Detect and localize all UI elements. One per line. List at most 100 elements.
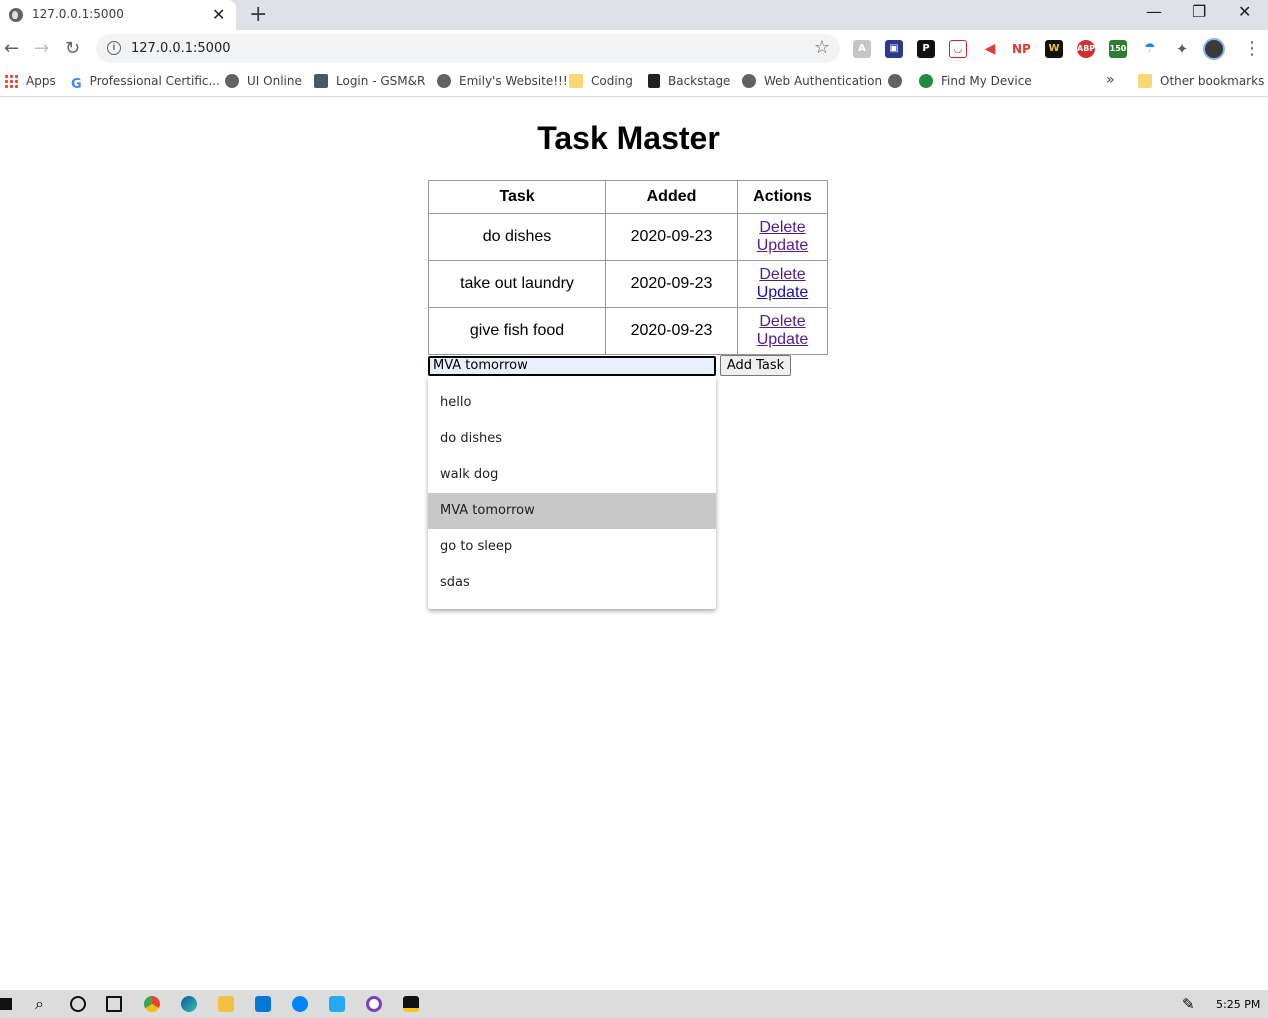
added-cell: 2020-09-23 [605,260,738,308]
address-bar[interactable]: i 127.0.0.1:5000 ☆ [96,34,840,63]
w-extension-icon[interactable]: W [1045,40,1063,58]
task-cell: take out laundry [428,260,606,308]
url-text: 127.0.0.1:5000 [131,41,231,56]
column-header-actions: Actions [737,180,828,214]
bookmark-find-device[interactable]: Find My Device [919,74,1032,88]
reload-icon[interactable]: ↻ [65,38,80,59]
bookmarks-bar: Apps G Professional Certific... UI Online… [0,67,1268,97]
adblock-icon[interactable]: ABP [1077,40,1095,58]
bookmark-apps[interactable]: Apps [4,74,56,88]
globe-icon [437,74,451,88]
cortana-icon[interactable] [70,996,86,1012]
messenger-icon[interactable] [292,996,308,1012]
autocomplete-option-selected[interactable]: MVA tomorrow [428,493,716,529]
browser-tab[interactable]: 127.0.0.1:5000 ✕ [0,0,236,30]
task-cell: give fish food [428,307,606,355]
minimize-icon[interactable]: — [1146,2,1162,21]
delete-link[interactable]: Delete [738,266,827,284]
folder-icon [569,74,583,88]
sticky-notes-icon[interactable] [403,996,419,1012]
globe-icon [225,74,239,88]
chrome-icon[interactable] [144,996,160,1012]
edge-icon[interactable] [181,996,197,1012]
puzzle-extensions-icon[interactable]: ✦ [1173,40,1191,58]
globe-icon [742,74,756,88]
table-row: give fish food 2020-09-23 Delete Update [428,307,828,355]
bookmark-login[interactable]: Login - GSM&R [314,74,425,88]
info-icon[interactable]: i [107,41,121,55]
tab-strip: 127.0.0.1:5000 ✕ + — ❐ ✕ [0,0,1268,30]
autocomplete-dropdown: hello do dishes walk dog MVA tomorrow go… [428,376,716,609]
bookmark-coding[interactable]: Coding [569,74,633,88]
update-link[interactable]: Update [738,284,827,302]
add-task-button[interactable]: Add Task [720,355,791,376]
pen-icon[interactable]: ✎ [1182,996,1198,1012]
bookmark-ui-online[interactable]: UI Online [225,74,302,88]
back-icon[interactable]: ← [4,38,19,59]
bookmark-star-icon[interactable]: ☆ [814,37,830,58]
search-icon[interactable]: ⌕ [35,996,51,1012]
extension-icon[interactable]: ☂ [1141,40,1159,58]
table-row: take out laundry 2020-09-23 Delete Updat… [428,260,828,308]
forward-icon[interactable]: → [34,38,49,59]
restore-icon[interactable]: ❐ [1192,2,1206,21]
autocomplete-option[interactable]: sdas [428,565,716,601]
backstage-icon [648,74,660,88]
megaphone-icon[interactable]: ◀ [981,40,999,58]
bookmarks-overflow-icon[interactable]: » [1106,72,1115,88]
apps-grid-icon [4,74,18,88]
bookmark-other[interactable]: Other bookmarks [1138,74,1264,88]
windows-taskbar: ⌕ ✎ 5:25 PM [0,990,1268,1018]
close-tab-icon[interactable]: ✕ [212,5,225,24]
extension-icon[interactable]: ▣ [885,40,903,58]
profile-avatar[interactable] [1203,38,1225,60]
update-link[interactable]: Update [738,237,827,255]
file-explorer-icon[interactable] [218,996,234,1012]
pocket-icon[interactable]: ◡ [949,40,967,58]
more-menu-icon[interactable]: ⋮ [1243,38,1261,59]
autocomplete-option[interactable]: walk dog [428,457,716,493]
column-header-task: Task [428,180,606,214]
task-input[interactable]: MVA tomorrow [428,356,716,376]
globe-icon [888,74,902,88]
table-header-row: Task Added Actions [428,180,828,214]
autocomplete-option[interactable]: do dishes [428,421,716,457]
site-icon [314,74,328,88]
bookmark-globe[interactable] [888,74,910,88]
browser-toolbar: ← → ↻ i 127.0.0.1:5000 ☆ A ▣ P ◡ ◀ NP W … [0,30,1268,67]
bookmark-professional[interactable]: G Professional Certific... [71,74,220,92]
added-cell: 2020-09-23 [605,213,738,261]
task-cell: do dishes [428,213,606,261]
delete-link[interactable]: Delete [738,313,827,331]
new-tab-button[interactable]: + [249,2,267,27]
app-icon[interactable] [366,996,382,1012]
windows-start-icon[interactable] [0,998,12,1010]
bookmark-web-auth[interactable]: Web Authentication [742,74,882,88]
task-view-icon[interactable] [106,996,122,1012]
page-content: Task Master Task Added Actions do dishes… [0,98,1268,990]
update-link[interactable]: Update [738,331,827,349]
bookmark-backstage[interactable]: Backstage [648,74,730,88]
task-table: Task Added Actions do dishes 2020-09-23 … [428,180,828,355]
globe-icon [9,8,23,22]
tab-title: 127.0.0.1:5000 [32,7,124,21]
autocomplete-option[interactable]: hello [428,385,716,421]
extension-icon[interactable]: A [853,40,871,58]
counter-extension-icon[interactable]: 150 [1109,40,1127,58]
folder-icon [1138,74,1152,88]
autocomplete-option[interactable]: go to sleep [428,529,716,565]
find-device-icon [919,74,933,88]
np-extension-icon[interactable]: NP [1012,40,1031,58]
page-title: Task Master [537,120,720,156]
clock-time[interactable]: 5:25 PM [1216,998,1260,1011]
added-cell: 2020-09-23 [605,307,738,355]
mail-icon[interactable] [255,996,271,1012]
table-row: do dishes 2020-09-23 Delete Update [428,213,828,261]
bookmark-emily[interactable]: Emily's Website!!! [437,74,568,88]
column-header-added: Added [605,180,738,214]
delete-link[interactable]: Delete [738,219,827,237]
vscode-icon[interactable] [329,996,345,1012]
window-close-icon[interactable]: ✕ [1238,2,1251,21]
extension-p-icon[interactable]: P [917,40,935,58]
actions-cell: Delete Update [737,307,828,355]
